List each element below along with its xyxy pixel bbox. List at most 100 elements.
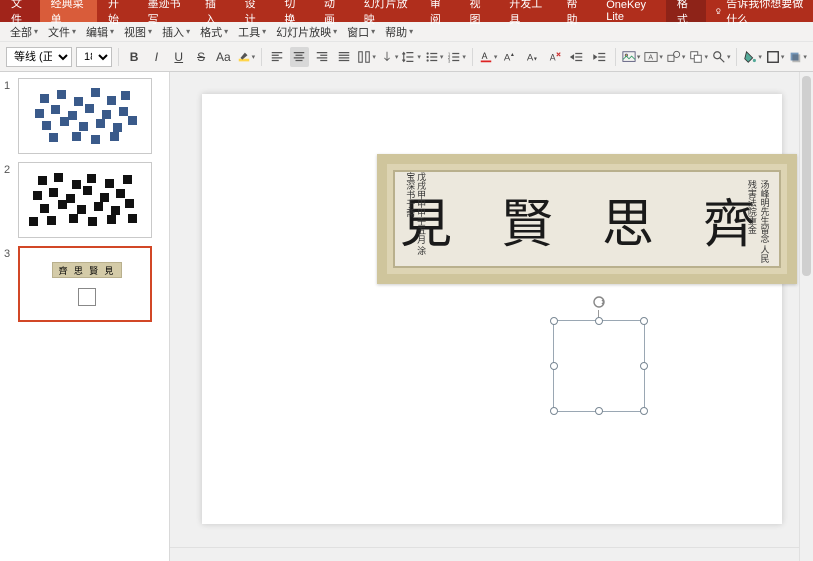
svg-text:▴: ▴: [511, 51, 514, 58]
thumb-number: 2: [4, 162, 18, 238]
line-spacing-button[interactable]: ▾: [402, 47, 421, 67]
align-right-button[interactable]: [313, 47, 331, 67]
slide-thumb-1[interactable]: [18, 78, 152, 154]
resize-handle-ne[interactable]: [640, 317, 648, 325]
shapes-button[interactable]: ▾: [667, 47, 686, 67]
current-slide[interactable]: 見 賢 思 齊 戊戌甲申甲壬五月 涂宝深书于斋 汤峰明先生留念 人民残害法院重金: [202, 94, 782, 524]
align-center-button[interactable]: [290, 47, 308, 67]
scroll-thumb[interactable]: [802, 76, 811, 276]
font-name-select[interactable]: 等线 (正文): [6, 47, 72, 67]
resize-handle-w[interactable]: [550, 362, 558, 370]
workspace: 1 2: [0, 72, 813, 561]
italic-button[interactable]: I: [147, 47, 165, 67]
slide-thumbnail-panel: 1 2: [0, 72, 170, 561]
font-size-select[interactable]: 18: [76, 47, 112, 67]
svg-text:A: A: [504, 52, 511, 63]
svg-text:A: A: [481, 50, 487, 60]
vertical-scrollbar[interactable]: [799, 72, 813, 561]
thumb1-content: [29, 85, 141, 147]
banner-seal-text: 戊戌甲申甲壬五月 涂宝深书于斋: [405, 172, 427, 260]
menu-tools[interactable]: 工具▾: [234, 24, 270, 40]
clear-formatting-button[interactable]: A: [546, 47, 564, 67]
thumb-number: 1: [4, 78, 18, 154]
resize-handle-n[interactable]: [595, 317, 603, 325]
bullets-button[interactable]: ▾: [425, 47, 444, 67]
tab-slideshow[interactable]: 幻灯片放映: [353, 0, 419, 22]
calligraphy-banner[interactable]: 見 賢 思 齊 戊戌甲申甲壬五月 涂宝深书于斋 汤峰明先生留念 人民残害法院重金: [377, 154, 797, 284]
resize-handle-se[interactable]: [640, 407, 648, 415]
thumb-number: 3: [4, 246, 18, 322]
selected-rectangle-shape[interactable]: [553, 320, 645, 412]
arrange-button[interactable]: ▾: [689, 47, 708, 67]
slide-canvas-area[interactable]: 見 賢 思 齊 戊戌甲申甲壬五月 涂宝深书于斋 汤峰明先生留念 人民残害法院重金: [170, 72, 813, 561]
menu-slideshow[interactable]: 幻灯片放映▾: [272, 24, 341, 40]
ribbon-tabs: 文件 经典菜单 开始 墨迹书写 插入 设计 切换 动画 幻灯片放映 审阅 视图 …: [0, 0, 813, 22]
menu-insert[interactable]: 插入▾: [158, 24, 194, 40]
tab-view[interactable]: 视图: [459, 0, 499, 22]
horizontal-scrollbar[interactable]: [170, 547, 799, 561]
tab-review[interactable]: 审阅: [419, 0, 459, 22]
svg-text:A: A: [527, 52, 534, 63]
align-justify-button[interactable]: [335, 47, 353, 67]
rotate-handle-icon[interactable]: [591, 294, 607, 310]
numbering-button[interactable]: 123▾: [447, 47, 466, 67]
increase-indent-button[interactable]: [591, 47, 609, 67]
tab-format[interactable]: 格式: [666, 0, 706, 22]
find-button[interactable]: ▾: [712, 47, 731, 67]
resize-handle-nw[interactable]: [550, 317, 558, 325]
shape-outline-button[interactable]: ▾: [766, 47, 785, 67]
decrease-indent-button[interactable]: [568, 47, 586, 67]
slide-thumb-2[interactable]: [18, 162, 152, 238]
menu-all[interactable]: 全部▾: [6, 24, 42, 40]
thumb3-shape: [78, 288, 96, 306]
tab-classic-menu[interactable]: 经典菜单: [40, 0, 97, 22]
menu-format[interactable]: 格式▾: [196, 24, 232, 40]
menu-file[interactable]: 文件▾: [44, 24, 80, 40]
menu-help[interactable]: 帮助▾: [381, 24, 417, 40]
tell-me-search[interactable]: 告诉我你想要做什么: [706, 0, 813, 22]
menu-window[interactable]: 窗口▾: [343, 24, 379, 40]
resize-handle-e[interactable]: [640, 362, 648, 370]
slide-thumb-3[interactable]: 齊 思 賢 見: [18, 246, 152, 322]
menu-edit[interactable]: 编辑▾: [82, 24, 118, 40]
formatting-toolbar: 等线 (正文) 18 B I U S Aa ▾ ▾ ▾ ▾ ▾ 123▾ A▾ …: [0, 42, 813, 72]
change-case-button[interactable]: Aa: [214, 47, 232, 67]
tab-file[interactable]: 文件: [0, 0, 40, 22]
resize-handle-s[interactable]: [595, 407, 603, 415]
highlight-button[interactable]: ▾: [237, 47, 256, 67]
svg-text:A: A: [649, 54, 654, 61]
tab-transitions[interactable]: 切换: [273, 0, 313, 22]
tab-design[interactable]: 设计: [234, 0, 274, 22]
tab-insert[interactable]: 插入: [194, 0, 234, 22]
shape-effects-button[interactable]: ▾: [788, 47, 807, 67]
textbox-button[interactable]: A▾: [644, 47, 663, 67]
tab-animations[interactable]: 动画: [313, 0, 353, 22]
tab-help[interactable]: 帮助: [556, 0, 596, 22]
decrease-font-button[interactable]: A▾: [524, 47, 542, 67]
tab-ink[interactable]: 墨迹书写: [137, 0, 194, 22]
tab-onekey[interactable]: OneKey Lite: [595, 0, 666, 22]
resize-handle-sw[interactable]: [550, 407, 558, 415]
bold-button[interactable]: B: [125, 47, 143, 67]
svg-text:3: 3: [448, 58, 451, 63]
tab-home[interactable]: 开始: [97, 0, 137, 22]
shape-fill-button[interactable]: ▾: [743, 47, 762, 67]
banner-inner: 見 賢 思 齊 戊戌甲申甲壬五月 涂宝深书于斋 汤峰明先生留念 人民残害法院重金: [393, 170, 781, 268]
text-direction-button[interactable]: ▾: [380, 47, 399, 67]
banner-side-text: 汤峰明先生留念 人民残害法院重金: [745, 180, 770, 270]
underline-button[interactable]: U: [170, 47, 188, 67]
menu-view[interactable]: 视图▾: [120, 24, 156, 40]
svg-text:▾: ▾: [534, 55, 537, 62]
picture-button[interactable]: ▾: [622, 47, 641, 67]
tab-developer[interactable]: 开发工具: [498, 0, 555, 22]
thumb2-content: [29, 169, 141, 231]
thumb3-banner: 齊 思 賢 見: [52, 262, 122, 278]
strike-button[interactable]: S: [192, 47, 210, 67]
increase-font-button[interactable]: A▴: [501, 47, 519, 67]
font-color-button[interactable]: A▾: [479, 47, 498, 67]
align-left-button[interactable]: [268, 47, 286, 67]
tell-me-label: 告诉我你想要做什么: [726, 0, 805, 27]
lightbulb-icon: [714, 6, 723, 17]
banner-text: 見 賢 思 齊: [400, 182, 773, 257]
columns-button[interactable]: ▾: [357, 47, 376, 67]
